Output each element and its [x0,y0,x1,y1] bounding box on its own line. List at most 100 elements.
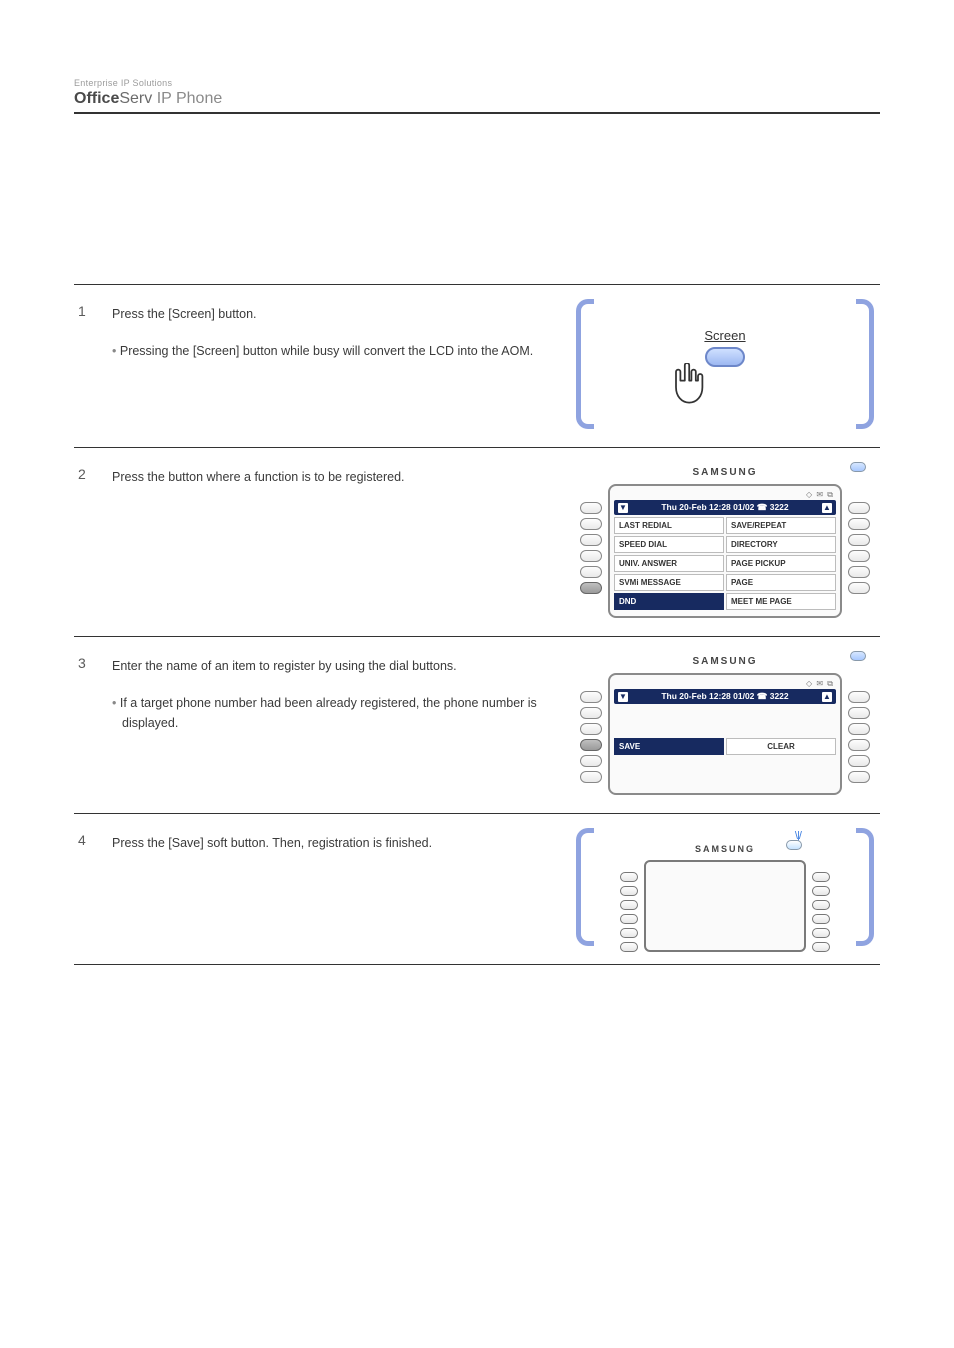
step-illustration-3: SAMSUNG ◇ ✉ ⧉ ▼ [570,637,880,813]
phone-titlebar: ▼ Thu 20-Feb 12:28 01/02 ☎ 3222 ▲ [614,500,836,515]
step-num-2: 2 [78,466,86,482]
arrow-up-icon[interactable]: ▲ [822,692,832,702]
aom-item[interactable]: PAGE [726,574,836,591]
softkey[interactable] [580,771,602,783]
brand-tagline: Enterprise IP Solutions [74,78,880,88]
arrow-down-icon[interactable]: ▼ [618,503,628,513]
step-text-1: Press the [Screen] button. • Pressing th… [106,285,570,447]
brand-bold: Office [74,90,119,107]
softkey[interactable] [848,755,870,767]
softkey[interactable] [580,755,602,767]
softkey[interactable] [848,566,870,578]
brand-header: Enterprise IP Solutions OfficeServ IP Ph… [74,78,880,108]
aom-item-active[interactable]: DND [614,593,724,610]
step-sub-text: If a target phone number had been alread… [120,696,537,729]
step-text-3: Enter the name of an item to register by… [106,637,570,813]
step-main-text: Press the button where a function is to … [112,468,556,487]
phone-brand: SAMSUNG [692,467,757,478]
softkey[interactable] [848,582,870,594]
step-illustration-2: SAMSUNG ◇ ✉ ⧉ ▼ [570,448,880,636]
step-row-4: 4 Press the [Save] soft button. Then, re… [74,814,880,965]
step-number: 3 [74,637,106,813]
aom-item[interactable]: PAGE PICKUP [726,555,836,572]
softkey[interactable] [812,942,830,952]
phone-screen: ◇ ✉ ⧉ ▼ Thu 20-Feb 12:28 01/02 ☎ 3222 ▲ … [608,673,842,795]
softkey[interactable] [620,942,638,952]
softkey[interactable] [580,534,602,546]
aom-item[interactable]: SPEED DIAL [614,536,724,553]
step-main-text: Press the [Save] soft button. Then, regi… [112,834,556,853]
phone-mock-small: \ | / SAMSUNG [620,840,830,952]
softkey[interactable] [848,502,870,514]
left-softkeys [620,860,638,952]
aom-grid: SAVE CLEAR [614,706,836,787]
softkey[interactable] [620,900,638,910]
right-softkeys [848,484,870,618]
softkey[interactable] [580,691,602,703]
softkey[interactable] [848,723,870,735]
phone-mock: SAMSUNG ◇ ✉ ⧉ ▼ [580,462,870,618]
softkey[interactable] [812,928,830,938]
brand-rest: Serv [119,90,152,107]
arrow-down-icon[interactable]: ▼ [618,692,628,702]
led-indicator [850,651,866,661]
aom-item[interactable]: LAST REDIAL [614,517,724,534]
softkey[interactable] [620,914,638,924]
phone-brand: SAMSUNG [695,844,755,854]
step-num-3: 3 [78,655,86,671]
softkey-active[interactable] [580,582,602,594]
softkey[interactable] [848,771,870,783]
phone-statusbar-text: Thu 20-Feb 12:28 01/02 ☎ 3222 [661,502,788,513]
softkey[interactable] [620,886,638,896]
step-num-1: 1 [78,303,86,319]
aom-item[interactable]: UNIV. ANSWER [614,555,724,572]
softkey[interactable] [812,914,830,924]
aom-item[interactable]: SAVE/REPEAT [726,517,836,534]
softkey-active[interactable] [580,739,602,751]
left-softkeys [580,484,602,618]
softkey[interactable] [848,550,870,562]
aom-grid: LAST REDIAL SAVE/REPEAT SPEED DIAL DIREC… [614,517,836,610]
step-text-2: Press the button where a function is to … [106,448,570,636]
status-icons: ◇ ✉ ⧉ [614,679,836,689]
softkey[interactable] [580,723,602,735]
softkey[interactable] [812,900,830,910]
brand-line: OfficeServ IP Phone [74,90,222,107]
softkey[interactable] [580,518,602,530]
softkey[interactable] [812,886,830,896]
step-number: 4 [74,814,106,964]
save-cell[interactable]: SAVE [614,738,724,755]
screen-button[interactable] [705,347,745,367]
step-text-4: Press the [Save] soft button. Then, regi… [106,814,570,964]
softkey[interactable] [848,707,870,719]
step-row-3: 3 Enter the name of an item to register … [74,637,880,814]
status-icons: ◇ ✉ ⧉ [614,490,836,500]
softkey[interactable] [848,739,870,751]
softkey[interactable] [620,872,638,882]
softkey[interactable] [580,502,602,514]
step-row-2: 2 Press the button where a function is t… [74,448,880,637]
aom-item[interactable]: SVMi MESSAGE [614,574,724,591]
step-num-4: 4 [78,832,86,848]
aom-item[interactable]: DIRECTORY [726,536,836,553]
led-indicator-blink [786,840,802,850]
softkey[interactable] [848,534,870,546]
step-number: 1 [74,285,106,447]
phone-screen-blank [644,860,806,952]
softkey[interactable] [848,691,870,703]
softkey[interactable] [620,928,638,938]
phone-mock: SAMSUNG ◇ ✉ ⧉ ▼ [580,651,870,795]
aom-item[interactable]: MEET ME PAGE [726,593,836,610]
left-softkeys [580,673,602,795]
phone-screen: ◇ ✉ ⧉ ▼ Thu 20-Feb 12:28 01/02 ☎ 3222 ▲ … [608,484,842,618]
arrow-up-icon[interactable]: ▲ [822,503,832,513]
step-main-text: Press the [Screen] button. [112,305,556,324]
softkey[interactable] [848,518,870,530]
softkey[interactable] [580,707,602,719]
softkey[interactable] [812,872,830,882]
softkey[interactable] [580,550,602,562]
softkey[interactable] [580,566,602,578]
right-softkeys [812,860,830,952]
clear-cell[interactable]: CLEAR [726,738,836,755]
led-indicator [850,462,866,472]
